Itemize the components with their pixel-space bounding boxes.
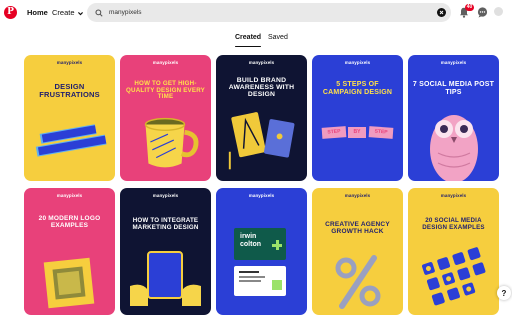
owl-illustration	[430, 115, 478, 181]
pinterest-logo-icon[interactable]: P	[4, 6, 17, 19]
search-icon	[95, 8, 103, 17]
plus-mark	[272, 240, 282, 250]
nav-create-menu[interactable]: Create	[52, 6, 84, 20]
design-frustrations-illustration	[35, 124, 107, 157]
business-card-name-line1: irwin	[240, 233, 257, 240]
tablet-hands-illustration	[130, 251, 201, 306]
pin-card[interactable]: manypixels 20 MODERN LOGO EXAMPLES	[24, 188, 115, 315]
pin-brand: manypixels	[248, 193, 275, 198]
irwin-colton-business-card: irwin colton	[234, 228, 286, 260]
pin-card[interactable]: manypixels BUILD BRAND AWARENESS WITH DE…	[216, 55, 307, 181]
nav-home-link[interactable]: Home	[23, 6, 52, 20]
pin-brand: manypixels	[56, 60, 83, 65]
pin-title: 5 STEPS OF CAMPAIGN DESIGN	[322, 81, 393, 96]
pin-brand: manypixels	[440, 193, 467, 198]
pin-card[interactable]: manypixels 5 STEPS OF CAMPAIGN DESIGN ST…	[312, 55, 403, 181]
pin-brand: manypixels	[56, 193, 83, 198]
pin-card[interactable]: manypixels 7 SOCIAL MEDIA POST TIPS	[408, 55, 499, 181]
help-button[interactable]: ?	[497, 286, 511, 300]
business-card-back	[234, 266, 286, 296]
pin-title: 7 SOCIAL MEDIA POST TIPS	[412, 81, 495, 96]
step-block: STEP	[321, 126, 347, 139]
pin-brand: manypixels	[152, 193, 179, 198]
business-card-name-line2: colton	[240, 241, 261, 248]
chevron-down-icon	[77, 11, 83, 15]
pin-card[interactable]: manypixels irwin colton	[216, 188, 307, 315]
step-block: BY	[348, 127, 366, 138]
pin-brand: manypixels	[248, 60, 275, 65]
logo-letter: P	[7, 7, 14, 17]
pin-grid: manypixels DESIGN FRUSTRATIONS manypixel…	[24, 55, 499, 315]
messages-icon[interactable]	[477, 7, 488, 18]
social-icons-illustration	[422, 247, 486, 306]
pin-brand: manypixels	[344, 60, 371, 65]
pin-card[interactable]: manypixels DESIGN FRUSTRATIONS	[24, 55, 115, 181]
tab-saved[interactable]: Saved	[268, 32, 288, 44]
search-input[interactable]	[109, 9, 429, 16]
pin-title: 20 SOCIAL MEDIA DESIGN EXAMPLES	[422, 217, 485, 231]
pin-brand: manypixels	[344, 193, 371, 198]
pin-brand: manypixels	[440, 60, 467, 65]
top-bar: P Home Create 40	[0, 0, 512, 26]
pin-title: HOW TO GET HIGH-QUALITY DESIGN EVERY TIM…	[126, 80, 205, 101]
notification-count-badge: 40	[465, 4, 474, 11]
pin-title: DESIGN FRUSTRATIONS	[39, 82, 100, 99]
search-bar[interactable]	[87, 3, 451, 22]
clear-search-icon[interactable]	[437, 8, 446, 17]
pin-card[interactable]: manypixels HOW TO INTEGRATE MARKETING DE…	[120, 188, 211, 315]
percent-illustration	[335, 255, 381, 309]
tab-created[interactable]: Created	[235, 32, 262, 47]
pin-card[interactable]: manypixels 20 SOCIAL MEDIA DESIGN EXAMPL…	[408, 188, 499, 315]
mug-illustration	[144, 117, 199, 168]
pin-title: 20 MODERN LOGO EXAMPLES	[38, 215, 101, 229]
pin-title: CREATIVE AGENCY GROWTH HACK	[325, 221, 390, 235]
pin-card[interactable]: manypixels HOW TO GET HIGH-QUALITY DESIG…	[120, 55, 211, 181]
profile-avatar[interactable]	[494, 7, 503, 16]
profile-tabs: Created Saved	[0, 32, 512, 48]
pin-card[interactable]: manypixels CREATIVE AGENCY GROWTH HACK	[312, 188, 403, 315]
pin-title: HOW TO INTEGRATE MARKETING DESIGN	[132, 217, 199, 231]
brand-cards-illustration	[228, 112, 295, 170]
pin-title: BUILD BRAND AWARENESS WITH DESIGN	[228, 77, 295, 99]
nav-create-label: Create	[52, 8, 75, 17]
pin-brand: manypixels	[152, 60, 179, 65]
logo-tile-illustration	[43, 257, 95, 309]
step-block: STEP	[368, 126, 394, 139]
